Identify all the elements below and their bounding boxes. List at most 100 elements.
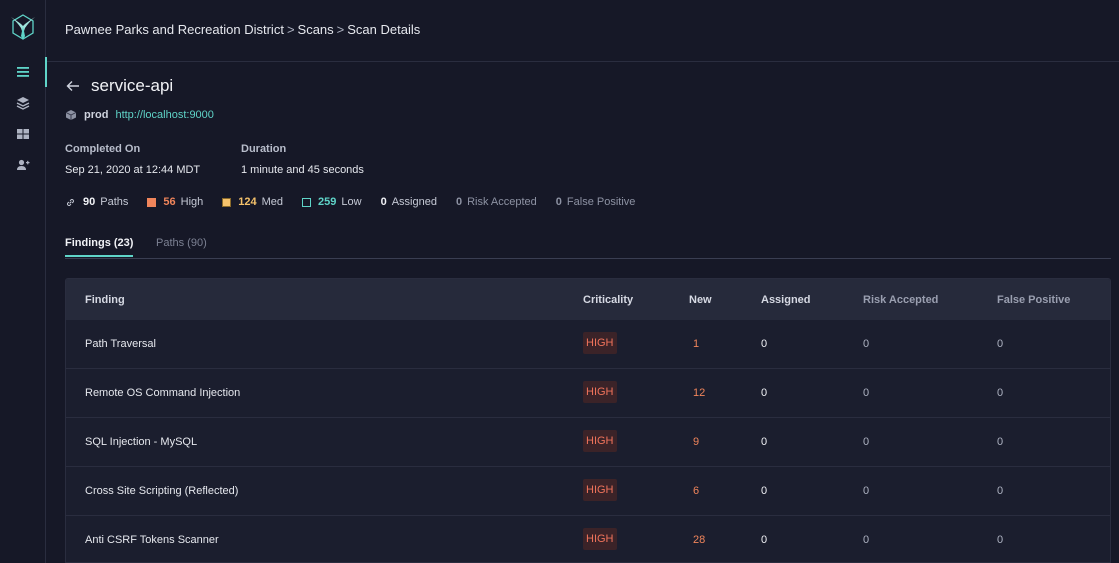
false-positive-count: 0 [997, 387, 1004, 399]
table-header: Finding Criticality New Assigned Risk Ac… [66, 279, 1110, 320]
breadcrumb-scans[interactable]: Scans [298, 22, 334, 37]
environment-row: prod http://localhost:9000 [65, 109, 214, 121]
nav-scans[interactable] [0, 57, 47, 87]
false-positive-count: 0 [997, 534, 1004, 546]
finding-name[interactable]: Cross Site Scripting (Reflected) [85, 485, 238, 497]
breadcrumb-organization[interactable]: Pawnee Parks and Recreation District [65, 22, 284, 37]
stat-low: 259 Low [302, 196, 362, 208]
assigned-count: 0 [761, 338, 768, 350]
new-count: 28 [693, 534, 706, 546]
app-logo-icon[interactable] [9, 12, 37, 42]
new-count: 9 [693, 436, 700, 448]
header-finding[interactable]: Finding [85, 294, 125, 306]
nav-layers[interactable] [0, 88, 46, 118]
link-icon [67, 198, 74, 206]
criticality-badge: HIGH [583, 381, 617, 403]
risk-accepted-count: 0 [863, 485, 870, 497]
duration-label: Duration [241, 143, 287, 155]
sidebar [0, 0, 47, 563]
assigned-count: 0 [761, 534, 768, 546]
stat-assigned: 0 Assigned [381, 196, 437, 208]
list-icon [17, 67, 29, 77]
assigned-count: 0 [761, 485, 768, 497]
stat-med-label: Med [261, 196, 284, 208]
criticality-badge: HIGH [583, 528, 617, 550]
new-count: 12 [693, 387, 706, 399]
environment-name: prod [84, 109, 109, 121]
tab-paths[interactable]: Paths (90) [156, 237, 207, 249]
tab-bar: Findings (23) Paths (90) [65, 234, 1111, 259]
completed-on-label: Completed On [65, 143, 141, 155]
stat-low-count: 259 [318, 196, 337, 208]
assigned-count: 0 [761, 387, 768, 399]
table-row[interactable]: Anti CSRF Tokens Scanner HIGH 28 0 0 0 [66, 516, 1110, 562]
top-bar: Pawnee Parks and Recreation District > Sca… [47, 0, 1119, 62]
target-url-link[interactable]: http://localhost:9000 [115, 109, 213, 121]
stat-low-label: Low [341, 196, 362, 208]
false-positive-count: 0 [997, 485, 1004, 497]
risk-accepted-count: 0 [863, 338, 870, 350]
stat-med: 124 Med [222, 196, 283, 208]
med-square-icon [222, 197, 232, 207]
header-assigned[interactable]: Assigned [761, 294, 811, 306]
header-false-positive[interactable]: False Positive [997, 294, 1070, 306]
finding-name[interactable]: SQL Injection - MySQL [85, 436, 197, 448]
breadcrumb-scan-details: Scan Details [347, 22, 421, 37]
breadcrumb: Pawnee Parks and Recreation District > Sca… [65, 22, 421, 37]
table-row[interactable]: SQL Injection - MySQL HIGH 9 0 0 0 [66, 418, 1110, 467]
stat-fp-label: False Positive [566, 196, 636, 208]
stat-risk-accepted: 0 Risk Accepted [456, 196, 537, 208]
stat-high-label: High [180, 196, 204, 208]
risk-accepted-count: 0 [863, 534, 870, 546]
false-positive-count: 0 [997, 338, 1004, 350]
duration: Duration 1 minute and 45 seconds [241, 143, 364, 176]
new-count: 6 [693, 485, 700, 497]
nav-add-user[interactable] [0, 150, 46, 180]
completed-on: Completed On Sep 21, 2020 at 12:44 MDT [65, 143, 200, 176]
stats-row: 90 Paths 56 High 124 Med 259 Low 0 Assig… [65, 196, 654, 208]
false-positive-count: 0 [997, 436, 1004, 448]
new-count: 1 [693, 338, 700, 350]
stat-high: 56 High [147, 196, 203, 208]
risk-accepted-count: 0 [863, 387, 870, 399]
stat-assigned-count: 0 [380, 196, 387, 208]
stat-paths: 90 Paths [65, 196, 128, 208]
stat-assigned-label: Assigned [391, 196, 437, 208]
page-title: service-api [91, 76, 174, 95]
layers-icon [16, 97, 30, 110]
finding-name[interactable]: Anti CSRF Tokens Scanner [85, 534, 219, 546]
stat-fp-count: 0 [555, 196, 562, 208]
high-square-icon [147, 197, 157, 207]
table-row[interactable]: Cross Site Scripting (Reflected) HIGH 6 … [66, 467, 1110, 516]
criticality-badge: HIGH [583, 332, 617, 354]
stat-paths-label: Paths [100, 196, 129, 208]
header-risk-accepted[interactable]: Risk Accepted [863, 294, 938, 306]
table-row[interactable]: Path Traversal HIGH 1 0 0 0 [66, 320, 1110, 369]
completed-on-value: Sep 21, 2020 at 12:44 MDT [65, 164, 201, 176]
nav-dashboard[interactable] [0, 119, 46, 149]
stat-risk-label: Risk Accepted [467, 196, 537, 208]
stat-med-count: 124 [238, 196, 257, 208]
criticality-badge: HIGH [583, 479, 617, 501]
risk-accepted-count: 0 [863, 436, 870, 448]
stat-risk-count: 0 [455, 196, 463, 208]
assigned-count: 0 [761, 436, 768, 448]
stat-high-count: 56 [163, 196, 176, 208]
header-criticality[interactable]: Criticality [583, 294, 633, 306]
findings-table: Finding Criticality New Assigned Risk Ac… [65, 278, 1111, 563]
duration-value: 1 minute and 45 seconds [241, 164, 364, 176]
stat-false-positive: 0 False Positive [556, 196, 636, 208]
finding-name[interactable]: Remote OS Command Injection [85, 387, 240, 399]
finding-name[interactable]: Path Traversal [85, 338, 156, 350]
low-square-icon [302, 197, 312, 207]
tab-findings[interactable]: Findings (23) [65, 237, 134, 257]
add-user-icon [17, 159, 30, 170]
back-arrow-icon[interactable] [65, 78, 81, 94]
stat-paths-count: 90 [83, 196, 96, 208]
main-content: service-api prod http://localhost:9000 C… [47, 63, 1119, 563]
header-new[interactable]: New [689, 294, 712, 306]
criticality-badge: HIGH [583, 430, 617, 452]
grid-icon [17, 129, 29, 139]
cube-icon [65, 110, 77, 120]
table-row[interactable]: Remote OS Command Injection HIGH 12 0 0 … [66, 369, 1110, 418]
